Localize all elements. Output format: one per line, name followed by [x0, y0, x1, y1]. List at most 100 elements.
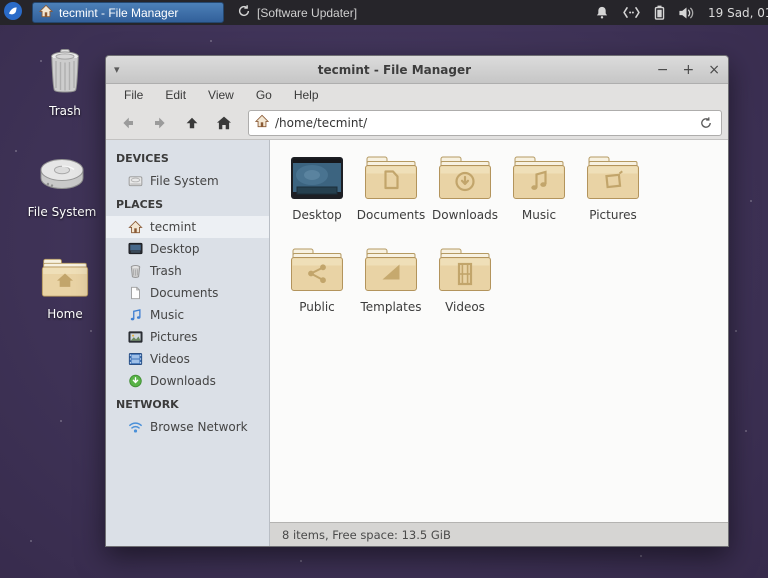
home-icon [128, 220, 143, 234]
music-folder-icon [512, 152, 566, 200]
desktop-icon-trash[interactable]: Trash [20, 48, 110, 118]
file-label: Desktop [292, 208, 342, 222]
downloads-folder-icon [438, 152, 492, 200]
file-view[interactable]: Desktop Documents Downloads Music Pictur… [270, 140, 728, 522]
status-bar: 8 items, Free space: 13.5 GiB [270, 522, 728, 546]
home-icon [217, 116, 231, 129]
home-button[interactable] [210, 110, 238, 136]
window-menu-icon[interactable]: ▾ [114, 63, 132, 76]
templates-folder-icon [364, 244, 418, 292]
videos-folder-icon [438, 244, 492, 292]
taskbar-button-file-manager[interactable]: tecmint - File Manager [32, 2, 224, 23]
xfce-mouse-icon [3, 1, 23, 24]
window-title: tecmint - File Manager [317, 62, 472, 77]
sidebar-item-file-system[interactable]: File System [106, 170, 269, 192]
window-controls: − + × [657, 63, 720, 77]
sidebar-header-devices: DEVICES [116, 152, 169, 165]
menu-help[interactable]: Help [284, 86, 329, 104]
close-button[interactable]: × [708, 63, 720, 77]
menu-file[interactable]: File [114, 86, 153, 104]
volume-icon[interactable] [678, 6, 695, 20]
back-button[interactable] [114, 110, 142, 136]
sidebar-item-videos[interactable]: Videos [106, 348, 269, 370]
file-downloads[interactable]: Downloads [428, 152, 502, 244]
notifications-icon[interactable] [595, 5, 609, 20]
sidebar-item-documents[interactable]: Documents [106, 282, 269, 304]
maximize-button[interactable]: + [683, 63, 695, 77]
sidebar-header-network: NETWORK [116, 398, 179, 411]
sidebar-item-pictures[interactable]: Pictures [106, 326, 269, 348]
taskbar-button-software-updater[interactable]: [Software Updater] [230, 2, 368, 23]
taskbar-label: [Software Updater] [257, 5, 358, 20]
system-tray: 19 Sad, 01:4 [595, 5, 768, 20]
minimize-button[interactable]: − [657, 63, 669, 77]
taskbar-label: tecmint - File Manager [59, 5, 179, 20]
battery-icon[interactable] [654, 5, 665, 20]
file-documents[interactable]: Documents [354, 152, 428, 244]
sidebar-item-label: Browse Network [150, 420, 248, 434]
sidebar-item-label: Music [150, 308, 185, 322]
sidebar-item-label: Documents [150, 286, 219, 300]
sidebar-item-label: File System [150, 174, 219, 188]
trash-icon [45, 48, 85, 99]
network-icon[interactable] [622, 6, 641, 19]
file-label: Templates [360, 300, 422, 314]
file-videos[interactable]: Videos [428, 244, 502, 336]
home-icon [254, 113, 270, 132]
file-public[interactable]: Public [280, 244, 354, 336]
software-updater-icon [237, 4, 251, 21]
forward-icon [155, 117, 165, 128]
desktop-icon-label: Home [47, 307, 83, 321]
file-grid: Desktop Documents Downloads Music Pictur… [280, 152, 660, 336]
sidebar-item-music[interactable]: Music [106, 304, 269, 326]
up-button[interactable] [178, 110, 206, 136]
desktop-icon-home[interactable]: Home [20, 258, 110, 321]
desktop-icon-label: Trash [49, 104, 81, 118]
file-label: Downloads [432, 208, 498, 222]
status-text: 8 items, Free space: 13.5 GiB [282, 527, 451, 542]
menu-bar: File Edit View Go Help [106, 84, 728, 106]
applications-menu-button[interactable] [0, 0, 26, 25]
sidebar-item-downloads[interactable]: Downloads [106, 370, 269, 392]
up-arrow-icon [186, 117, 198, 128]
forward-button[interactable] [146, 110, 174, 136]
desktop-icon [128, 242, 143, 255]
titlebar[interactable]: ▾ tecmint - File Manager − + × [106, 56, 728, 84]
reload-button[interactable] [697, 116, 715, 130]
sidebar-item-tecmint[interactable]: tecmint [106, 216, 269, 238]
desktop-icon-file-system[interactable]: File System [17, 152, 107, 219]
file-manager-window: ▾ tecmint - File Manager − + × File Edit… [105, 55, 729, 547]
file-label: Documents [356, 208, 426, 222]
file-desktop[interactable]: Desktop [280, 152, 354, 244]
file-templates[interactable]: Templates [354, 244, 428, 336]
sidebar-item-browse-network[interactable]: Browse Network [106, 416, 269, 438]
documents-folder-icon [364, 152, 418, 200]
main-column: Desktop Documents Downloads Music Pictur… [270, 140, 728, 546]
sidebar-item-label: Videos [150, 352, 190, 366]
menu-go[interactable]: Go [246, 86, 282, 104]
music-note-icon [130, 309, 141, 321]
file-label: Pictures [589, 208, 637, 222]
sidebar-item-label: Downloads [150, 374, 216, 388]
sidebar-item-label: Desktop [150, 242, 200, 256]
hard-disk-icon [37, 152, 87, 200]
trash-icon [130, 265, 141, 278]
sidebar-item-trash[interactable]: Trash [106, 260, 269, 282]
window-content: DEVICES File System PLACES tecmint Deskt… [106, 140, 728, 546]
document-icon [131, 286, 140, 300]
location-bar[interactable]: /home/tecmint/ [248, 109, 722, 136]
desktop-icon-label: File System [27, 205, 97, 219]
file-music[interactable]: Music [502, 152, 576, 244]
menu-view[interactable]: View [198, 86, 244, 104]
top-panel: tecmint - File Manager [Software Updater… [0, 0, 768, 25]
file-label: Music [521, 208, 557, 222]
path-text: /home/tecmint/ [275, 115, 368, 130]
wireless-network-icon [129, 422, 142, 433]
clock[interactable]: 19 Sad, 01:4 [708, 6, 768, 20]
menu-edit[interactable]: Edit [155, 86, 196, 104]
download-icon [129, 374, 142, 388]
sidebar-item-label: tecmint [150, 220, 197, 234]
sidebar-item-desktop[interactable]: Desktop [106, 238, 269, 260]
file-pictures[interactable]: Pictures [576, 152, 650, 244]
film-icon [128, 353, 143, 365]
